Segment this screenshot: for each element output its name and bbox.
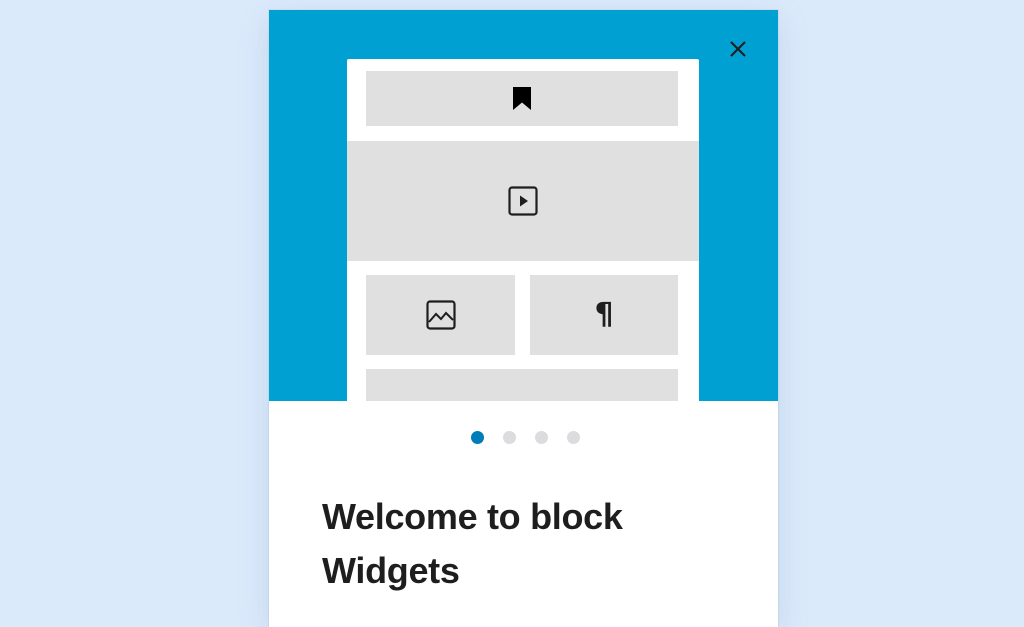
image-block — [366, 275, 515, 355]
video-block — [347, 141, 699, 261]
page-dot-2[interactable] — [503, 431, 516, 444]
video-icon — [508, 186, 538, 216]
guide-illustration: ¶ — [269, 10, 778, 401]
paragraph-icon: ¶ — [594, 297, 614, 332]
close-button[interactable] — [725, 36, 751, 62]
page-dot-4[interactable] — [567, 431, 580, 444]
top-block — [366, 71, 678, 126]
bookmark-icon — [513, 86, 531, 110]
image-icon — [425, 300, 456, 330]
bottom-block — [366, 369, 678, 401]
close-icon — [730, 41, 746, 57]
page-dot-1[interactable] — [471, 431, 484, 444]
guide-title: Welcome to block Widgets — [322, 496, 623, 591]
page-dot-3[interactable] — [535, 431, 548, 444]
paragraph-block: ¶ — [530, 275, 678, 355]
illustration-page: ¶ — [347, 59, 699, 401]
welcome-guide-modal: ¶ Welcome to block Widgets — [269, 10, 778, 627]
page-indicator — [269, 431, 778, 445]
